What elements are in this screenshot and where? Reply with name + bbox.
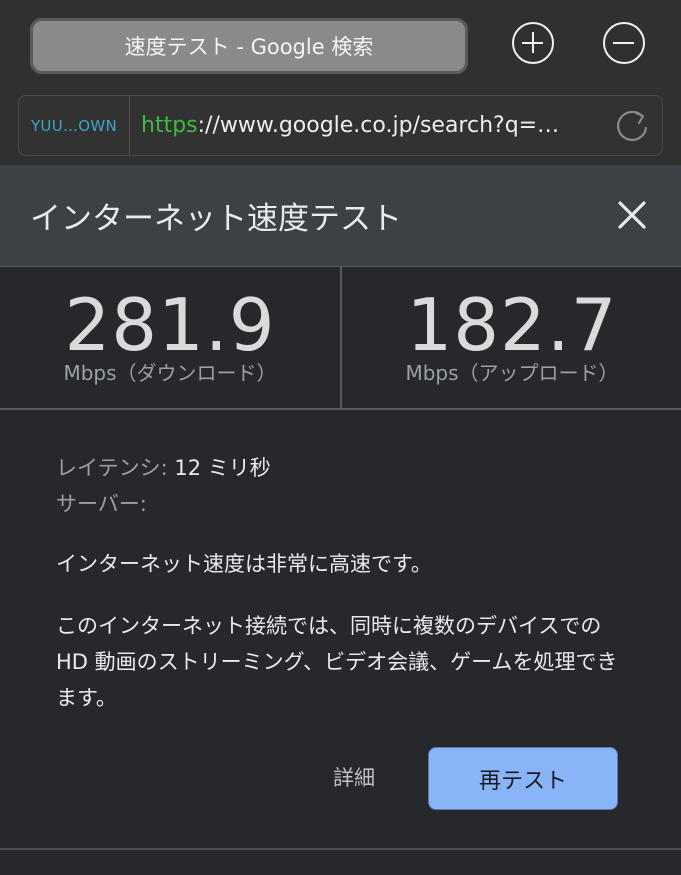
- tab-title: 速度テスト - Google 検索: [124, 35, 374, 59]
- plus-icon[interactable]: [512, 22, 554, 64]
- speed-results: 281.9 Mbps（ダウンロード） 182.7 Mbps（アップロード）: [0, 267, 681, 410]
- reload-icon[interactable]: [610, 104, 654, 148]
- server-label: サーバー:: [56, 492, 147, 516]
- browser-toolbar: 速度テスト - Google 検索 YUU…OWN https://www.go…: [0, 0, 681, 165]
- download-speed-value: 281.9: [64, 283, 276, 367]
- upload-result: 182.7 Mbps（アップロード）: [342, 267, 681, 408]
- url-text[interactable]: https://www.google.co.jp/search?q=…: [141, 96, 559, 155]
- upload-speed-value: 182.7: [406, 283, 618, 367]
- details-link[interactable]: 詳細: [333, 762, 375, 792]
- minus-icon[interactable]: [603, 22, 645, 64]
- bottom-strip: [0, 850, 681, 875]
- retest-button[interactable]: 再テスト: [428, 747, 618, 810]
- speed-summary: インターネット速度は非常に高速です。: [56, 552, 432, 576]
- speed-test-details-panel: レイテンシ: 12 ミリ秒 サーバー: インターネット速度は非常に高速です。 こ…: [0, 410, 681, 850]
- speed-description: このインターネット接続では、同時に複数のデバイスでの HD 動画のストリーミング…: [56, 614, 618, 710]
- close-icon[interactable]: [614, 197, 650, 233]
- download-speed-label: Mbps（ダウンロード）: [63, 361, 277, 385]
- download-result: 281.9 Mbps（ダウンロード）: [0, 267, 340, 408]
- url-scheme: https: [141, 113, 198, 138]
- latency-line: レイテンシ: 12 ミリ秒: [56, 452, 271, 482]
- url-rest: ://www.google.co.jp/search?q=…: [197, 113, 560, 138]
- speed-test-title: インターネット速度テスト: [30, 201, 402, 237]
- address-bar[interactable]: YUU…OWN https://www.google.co.jp/search?…: [18, 95, 663, 156]
- speed-test-header: インターネット速度テスト: [0, 165, 681, 267]
- latency-label: レイテンシ:: [56, 456, 168, 480]
- upload-speed-label: Mbps（アップロード）: [405, 361, 619, 385]
- user-identity-label[interactable]: YUU…OWN: [19, 96, 130, 155]
- tab-title-button[interactable]: 速度テスト - Google 検索: [30, 18, 468, 74]
- retest-button-label: 再テスト: [478, 768, 567, 794]
- server-line: サーバー:: [56, 488, 147, 518]
- latency-value: 12 ミリ秒: [174, 456, 271, 480]
